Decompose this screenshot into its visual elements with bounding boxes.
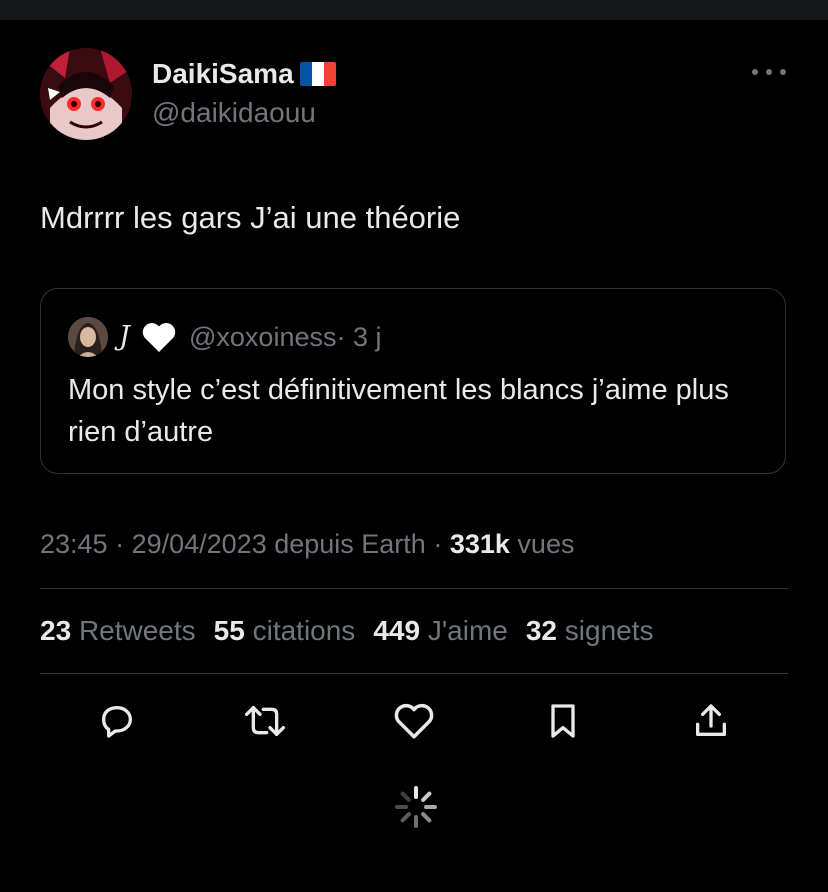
author-handle[interactable]: @daikidaouu (152, 96, 316, 130)
retweet-icon[interactable] (240, 696, 290, 746)
heart-icon[interactable] (389, 696, 439, 746)
tweet-text: Mdrrrr les gars J’ai une théorie (40, 200, 461, 235)
quoted-tweet[interactable]: J @xoxoiness· 3 j Mon style c’est défini… (40, 288, 786, 474)
quoted-author-name: J (119, 321, 130, 352)
bookmark-icon[interactable] (538, 696, 588, 746)
reply-icon[interactable] (92, 696, 142, 746)
france-flag-icon (299, 62, 336, 86)
quoted-avatar[interactable] (68, 317, 108, 357)
quoted-meta: @xoxoiness· 3 j (189, 321, 382, 353)
share-icon[interactable] (686, 696, 736, 746)
views-label: vues (517, 529, 575, 559)
author-name-text: DaikiSama (152, 58, 294, 89)
stat-bookmarks[interactable]: 32 signets (526, 614, 654, 648)
stat-label: signets (564, 615, 654, 646)
views-count: 331k (449, 529, 510, 559)
more-icon[interactable] (752, 60, 786, 84)
top-status-bar (0, 0, 828, 20)
stat-number: 23 (40, 615, 72, 646)
author-display-name[interactable]: DaikiSama (152, 58, 336, 90)
divider (40, 673, 788, 674)
stat-quotes[interactable]: 55 citations (214, 614, 356, 648)
stat-label: citations (252, 615, 356, 646)
quoted-text: Mon style c’est définitivement les blanc… (68, 374, 729, 448)
tweet-date-source: · 29/04/2023 depuis Earth · (115, 529, 443, 559)
quoted-age: · 3 j (336, 322, 382, 352)
action-bar (92, 696, 742, 746)
stat-number: 55 (213, 615, 245, 646)
divider (40, 588, 788, 589)
stat-label: Retweets (78, 615, 196, 646)
quoted-handle: @xoxoiness (189, 322, 337, 352)
white-heart-icon (141, 320, 177, 359)
stat-retweets[interactable]: 23 Retweets (40, 614, 196, 648)
tweet-timestamp: 23:45 · 29/04/2023 depuis Earth · 331k v… (40, 528, 574, 560)
stat-likes[interactable]: 449 J'aime (373, 614, 508, 648)
engagement-stats: 23 Retweets 55 citations 449 J'aime 32 s… (40, 614, 654, 648)
avatar[interactable] (40, 48, 132, 140)
stat-number: 32 (525, 615, 558, 646)
stat-label: J'aime (427, 615, 508, 646)
tweet-time[interactable]: 23:45 (40, 529, 108, 559)
stat-number: 449 (373, 615, 421, 646)
loading-spinner-icon (393, 784, 439, 830)
